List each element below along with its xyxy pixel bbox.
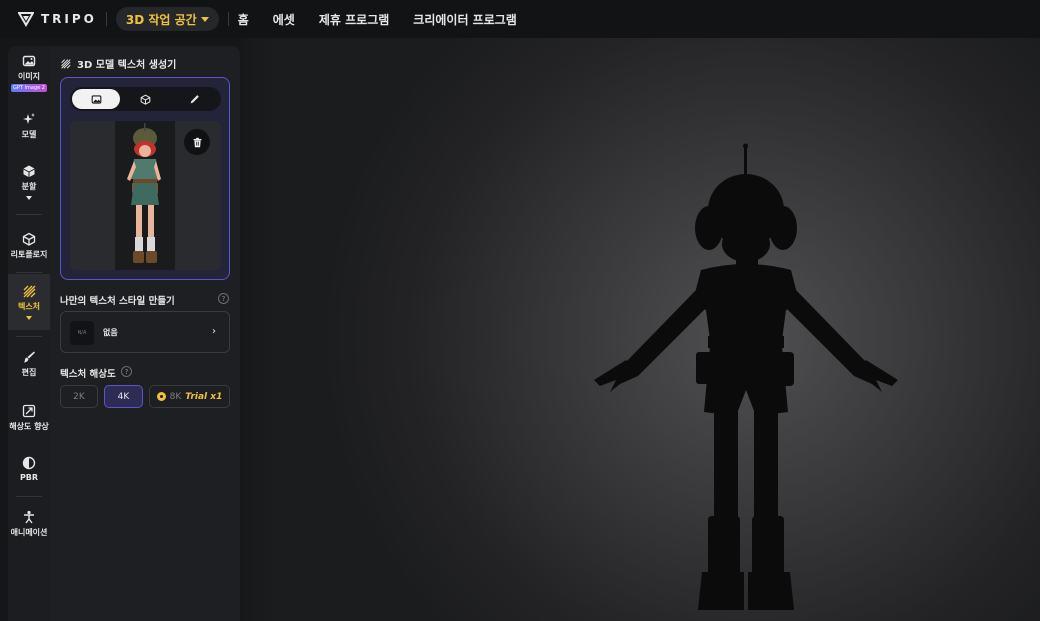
image-icon [22, 55, 36, 67]
reference-image-preview[interactable] [70, 121, 221, 270]
sidebar-item-label: 리토폴로지 [10, 250, 48, 259]
tab-text-input[interactable] [170, 89, 218, 109]
main-nav: 홈 에셋 제휴 프로그램 크리에이터 프로그램 [238, 11, 541, 28]
texture-panel: 3D 모델 텍스처 생성기 나만의 텍스처 스타일 만들기 ? N/A 없음 ›… [50, 46, 240, 621]
sparkle-icon [23, 113, 35, 124]
mesh-icon [22, 232, 36, 246]
sidebar-item-label: 텍스처 [17, 302, 41, 311]
style-section-label: 나만의 텍스처 스타일 만들기 [60, 296, 175, 307]
divider [16, 336, 42, 337]
sidebar-item-edit[interactable]: 편집 [8, 350, 50, 378]
workspace-dropdown[interactable]: 3D 작업 공간 [115, 7, 219, 31]
style-value: 없음 [103, 328, 118, 337]
divider [16, 214, 42, 215]
resolution-8k-button[interactable]: 8K Trial x1 [149, 385, 230, 408]
help-icon[interactable]: ? [218, 293, 229, 304]
sidebar-item-label: 애니메이션 [10, 528, 48, 537]
sidebar-item-label: PBR [19, 473, 39, 482]
credit-coin-icon [156, 392, 166, 401]
chevron-down-icon [26, 196, 32, 200]
style-thumbnail: N/A [70, 321, 94, 345]
sidebar-item-retopology[interactable]: 리토폴로지 [8, 232, 50, 260]
input-card [60, 77, 230, 280]
resolution-label: 텍스처 해상도 [60, 369, 116, 380]
brand-name: TRIPO [41, 12, 97, 26]
texture-style-select[interactable]: N/A 없음 › [60, 311, 230, 353]
resolution-option-label: 2K [73, 391, 85, 402]
sidebar-item-texture[interactable]: 텍스처 [8, 274, 50, 330]
texture-icon [23, 285, 36, 298]
figure-icon [24, 510, 34, 524]
tool-sidebar: 이미지 GPT Image 2 모델 분할 리토폴로지 텍스처 편집 해상도 향… [8, 46, 50, 621]
viewport-shadow [240, 38, 280, 621]
image-icon [91, 94, 101, 104]
tab-model-input[interactable] [121, 89, 169, 109]
brand-logo[interactable]: TRIPO [18, 0, 97, 38]
3d-model-silhouette[interactable] [586, 140, 916, 620]
resolution-2k-button[interactable]: 2K [60, 385, 98, 408]
chevron-down-icon [26, 316, 32, 320]
sidebar-item-pbr[interactable]: PBR [8, 456, 50, 482]
divider [16, 496, 42, 497]
cube-icon [23, 165, 35, 177]
texture-icon [61, 59, 71, 69]
trash-icon [193, 137, 201, 147]
panel-header: 3D 모델 텍스처 생성기 [60, 56, 176, 71]
tab-image-input[interactable] [72, 89, 120, 109]
divider [105, 12, 107, 26]
nav-home[interactable]: 홈 [238, 11, 249, 28]
sidebar-item-label: 편집 [21, 368, 37, 377]
half-circle-icon [22, 456, 36, 470]
pen-icon [190, 94, 199, 103]
trial-badge: Trial x1 [185, 391, 223, 402]
character-image [115, 121, 175, 270]
sidebar-item-animation[interactable]: 애니메이션 [8, 510, 50, 538]
nav-assets[interactable]: 에셋 [273, 11, 295, 28]
sidebar-item-upscale[interactable]: 해상도 향상 [8, 404, 50, 432]
sidebar-item-label: 해상도 향상 [9, 422, 49, 431]
cube-icon [140, 94, 150, 105]
sidebar-item-model[interactable]: 모델 [8, 112, 50, 140]
panel-title: 3D 모델 텍스처 생성기 [77, 60, 177, 71]
sidebar-item-label: 모델 [21, 130, 37, 139]
nav-creator[interactable]: 크리에이터 프로그램 [413, 11, 517, 28]
sidebar-item-label: 분할 [21, 182, 37, 191]
divider [16, 272, 42, 273]
nav-affiliate[interactable]: 제휴 프로그램 [319, 11, 389, 28]
tripo-logo-icon [18, 12, 34, 27]
reference-image [115, 121, 175, 270]
brush-icon [24, 351, 35, 363]
delete-image-button[interactable] [184, 129, 210, 155]
resolution-option-label: 4K [117, 391, 130, 402]
workspace-label: 3D 작업 공간 [125, 12, 197, 27]
resolution-option-label: 8K [169, 391, 182, 402]
sidebar-item-segment[interactable]: 분할 [8, 164, 50, 200]
input-mode-tabs [70, 87, 221, 111]
resolution-4k-button[interactable]: 4K [104, 385, 143, 408]
help-icon[interactable]: ? [121, 366, 132, 377]
sidebar-item-image[interactable]: 이미지 GPT Image 2 [8, 54, 50, 92]
chevron-right-icon: › [212, 326, 216, 337]
3d-viewport[interactable] [240, 38, 1040, 621]
chevron-down-icon [200, 16, 209, 22]
top-bar: TRIPO 3D 작업 공간 홈 에셋 제휴 프로그램 크리에이터 프로그램 [0, 0, 1040, 38]
model-badge: GPT Image 2 [11, 84, 47, 92]
upscale-icon [22, 404, 36, 418]
sidebar-item-label: 이미지 [17, 72, 41, 81]
divider [227, 12, 229, 26]
